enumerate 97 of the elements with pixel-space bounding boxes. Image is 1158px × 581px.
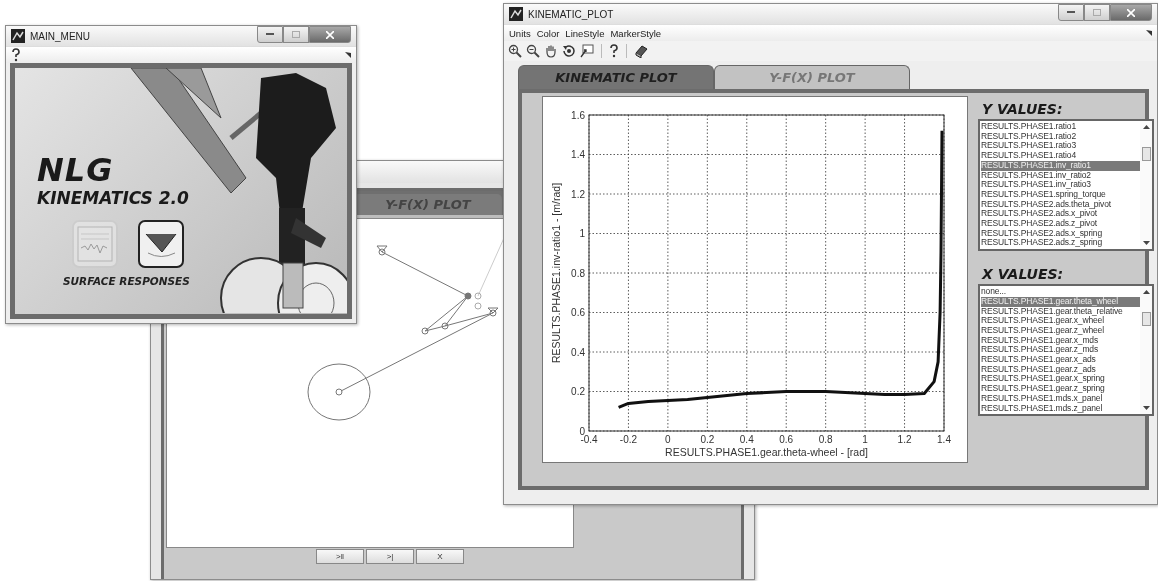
list-item[interactable]: RESULTS.PHASE1.gear.theta_relative [981,306,1140,317]
logo-title: NLG [37,154,115,186]
scrollbar-thumb[interactable] [1141,312,1151,327]
list-item[interactable]: RESULTS.PHASE2.ads.z_spring [981,238,1140,249]
app-icon [11,29,25,43]
tools-label: SURFACE RESPONSES [63,275,191,287]
x-tick-label: 0.2 [700,434,715,445]
maximize-icon [1093,9,1101,16]
minimize-button[interactable] [257,26,283,43]
menu-item[interactable]: Color [536,27,560,39]
player-button[interactable]: >‖ [316,549,364,564]
list-item[interactable]: RESULTS.PHASE1.inv_ratio1 [981,160,1140,171]
y-axis-label: RESULTS.PHASE1.inv-ratio1 - [m/rad] [550,182,562,364]
scrollbar-thumb[interactable] [1141,147,1151,161]
x-tick-label: 0.4 [739,434,754,445]
logo-subtitle: KINEMATICS 2.0 [37,188,190,208]
rotate-icon[interactable] [562,44,576,58]
menu-item[interactable]: LineStyle [565,27,605,39]
scrollbar[interactable] [1140,286,1152,415]
list-item[interactable]: RESULTS.PHASE1.inv_ratio3 [981,180,1140,190]
hand-icon[interactable] [544,44,558,58]
list-item[interactable]: RESULTS.PHASE2.ads.x_spring [981,228,1140,239]
list-item[interactable]: RESULTS.PHASE1.mds.x_panel [981,393,1140,404]
list-item[interactable]: RESULTS.PHASE1.ratio3 [981,141,1140,152]
list-item[interactable]: RESULTS.PHASE1.ratio4 [981,151,1140,161]
list-item[interactable]: RESULTS.PHASE1.gear.z_mds [981,345,1140,356]
list-item[interactable]: RESULTS.PHASE2.ads.theta_pivot [981,199,1140,210]
player-button[interactable]: >| [366,549,414,564]
minimize-icon [266,33,274,36]
list-item[interactable]: RESULTS.PHASE1.gear.z_spring [981,384,1140,394]
wheel-drawing [307,363,371,421]
minimize-button[interactable] [1058,4,1084,21]
help-icon[interactable] [609,44,619,58]
x-tick-label: 0.6 [779,434,794,445]
list-item[interactable]: RESULTS.PHASE1.gear.x_wheel [981,316,1140,326]
tab[interactable]: KINEMATIC PLOT [518,65,714,89]
list-item[interactable]: RESULTS.PHASE1.gear.x_mds [981,335,1140,346]
y-tick-label: 1 [579,228,585,239]
list-item[interactable]: RESULTS.PHASE1.inv_ratio2 [981,170,1140,181]
list-item[interactable]: RESULTS.PHASE1.mds.z_panel [981,403,1140,414]
close-icon [326,30,334,39]
list-item[interactable]: RESULTS.PHASE1.ratio2 [981,131,1140,142]
list-item[interactable]: RESULTS.PHASE2.ads.x_pivot [981,209,1140,220]
maximize-button[interactable] [283,26,309,43]
list-item[interactable]: RESULTS.PHASE1.gear.z_ads [981,364,1140,375]
player-button[interactable]: X [416,549,464,564]
list-item[interactable]: RESULTS.PHASE1.ratio1 [981,122,1140,132]
minimize-icon [1067,11,1075,14]
close-button[interactable] [1110,4,1152,21]
scroll-up-icon[interactable] [1142,125,1150,129]
tool-button[interactable] [138,220,184,268]
y-tick-label: 1.6 [571,109,585,121]
y-tick-label: 1.2 [571,188,585,200]
scrollbar[interactable] [1140,121,1152,250]
chart-icon [77,226,113,262]
help-icon[interactable] [11,48,21,62]
x-tick-label: 1 [862,434,868,445]
x-tick-label: 0 [665,434,671,445]
scroll-up-icon[interactable] [1142,290,1150,295]
list-heading: Y VALUES: [982,101,1064,117]
y-tick-label: 0.4 [571,346,585,358]
close-icon [1127,8,1135,17]
x-tick-label: 1.2 [897,434,912,445]
y-tick-label: 0.2 [571,386,585,397]
x-tick-label: 1.4 [937,434,951,445]
scroll-down-icon[interactable] [1142,241,1150,246]
dock-icon[interactable] [345,52,351,58]
list-item[interactable]: none... [981,287,1140,297]
list-item[interactable]: RESULTS.PHASE1.spring_torque [981,189,1140,200]
list-heading: X VALUES: [982,266,1065,283]
x-tick-label: -0.4 [580,434,598,445]
y-tick-label: 0.6 [571,307,585,318]
maximize-icon [292,31,300,38]
zoom-in-icon[interactable] [508,44,522,58]
dock-icon[interactable] [1146,30,1152,36]
data-cursor-icon[interactable] [580,44,594,58]
menu-item[interactable]: Units [509,27,531,39]
x-tick-label: 0.8 [818,434,833,445]
y-tick-label: 1.4 [571,149,585,160]
list-item[interactable]: RESULTS.PHASE2.ads.z_pivot [981,219,1140,229]
y-tick-label: 0.8 [571,267,585,279]
list-item[interactable]: RESULTS.PHASE1.gear.x_ads [981,355,1140,365]
list-item[interactable]: RESULTS.PHASE1.gear.x_spring [981,374,1140,385]
scroll-down-icon[interactable] [1142,406,1150,411]
close-button[interactable] [309,26,351,43]
window-title: MAIN_MENU [30,30,90,42]
list-item[interactable]: RESULTS.PHASE1.gear.theta_wheel [981,296,1140,307]
x-axis-label: RESULTS.PHASE1.gear.theta-wheel - [rad] [665,446,868,458]
x-tick-label: -0.2 [619,434,638,445]
book-icon[interactable] [634,44,648,58]
list-item[interactable]: RESULTS.PHASE1.gear.z_wheel [981,325,1140,336]
y-tick-label: 0 [579,425,585,437]
maximize-button[interactable] [1084,4,1110,21]
zoom-out-icon[interactable] [526,44,540,58]
window-title: KINEMATIC_PLOT [528,8,614,20]
menu-item[interactable]: MarkerStyle [610,27,662,39]
app-icon [509,7,523,21]
